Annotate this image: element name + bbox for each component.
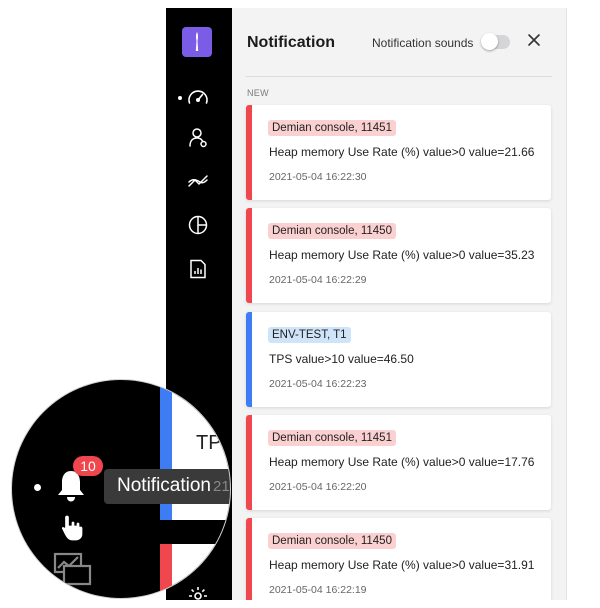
pie-chart-icon[interactable]	[186, 213, 210, 237]
notification-time: 2021-05-04 16:22:29	[269, 274, 367, 286]
notification-message: Heap memory Use Rate (%) value>0 value=1…	[269, 455, 535, 469]
report-icon[interactable]	[186, 257, 210, 281]
close-icon[interactable]	[526, 32, 542, 48]
severity-bar	[246, 518, 252, 600]
notification-card[interactable]: ENV-TEST, T1 TPS value>10 value=46.50 20…	[246, 312, 551, 407]
notification-card[interactable]: Demian console, 11451 Heap memory Use Ra…	[246, 415, 551, 510]
monitor-chart-icon	[52, 552, 92, 591]
app-logo-icon[interactable]	[182, 27, 212, 57]
notification-count-badge: 10	[73, 456, 103, 476]
users-icon[interactable]	[186, 125, 210, 149]
notification-message: Heap memory Use Rate (%) value>0 value=2…	[269, 145, 535, 159]
notification-sounds-label: Notification sounds	[372, 36, 474, 50]
section-label-new: NEW	[247, 88, 269, 98]
notification-panel: Notification Notification sounds NEW Dem…	[232, 8, 566, 600]
dashboard-gauge-icon[interactable]	[186, 86, 210, 110]
magnified-severity-bar	[160, 544, 172, 598]
notification-message: Heap memory Use Rate (%) value>0 value=3…	[269, 248, 535, 262]
notification-source-tag: Demian console, 11450	[268, 533, 396, 549]
panel-title: Notification	[247, 34, 335, 51]
panel-edge	[566, 8, 567, 600]
notification-time: 2021-05-04 16:22:20	[269, 481, 367, 493]
tooltip-overflow-text: 21	[213, 478, 230, 495]
magnified-card-text: TPS	[196, 432, 230, 454]
notification-source-tag: Demian console, 11451	[268, 430, 396, 446]
magnifier-callout: TPS 10 Notification 21	[12, 380, 230, 598]
notification-time: 2021-05-04 16:22:19	[269, 584, 367, 596]
header-divider	[246, 76, 552, 77]
toggle-knob	[481, 33, 498, 50]
active-indicator	[178, 96, 182, 100]
notification-sounds-toggle[interactable]	[481, 33, 510, 50]
notification-card[interactable]: Demian console, 11451 Heap memory Use Ra…	[246, 105, 551, 200]
severity-bar	[246, 105, 252, 200]
severity-bar	[246, 312, 252, 407]
notification-tooltip: Notification 21	[104, 469, 230, 504]
notification-time: 2021-05-04 16:22:30	[269, 171, 367, 183]
notification-message: TPS value>10 value=46.50	[269, 352, 414, 366]
notification-card[interactable]: Demian console, 11450 Heap memory Use Ra…	[246, 518, 551, 600]
active-indicator	[34, 484, 41, 491]
notification-time: 2021-05-04 16:22:23	[269, 378, 367, 390]
notification-message: Heap memory Use Rate (%) value>0 value=3…	[269, 558, 535, 572]
notification-card[interactable]: Demian console, 11450 Heap memory Use Ra…	[246, 208, 551, 303]
notification-source-tag: ENV-TEST, T1	[268, 327, 351, 343]
notification-source-tag: Demian console, 11450	[268, 223, 396, 239]
severity-bar	[246, 415, 252, 510]
severity-bar	[246, 208, 252, 303]
hand-cursor-icon	[59, 513, 85, 548]
notification-source-tag: Demian console, 11451	[268, 120, 396, 136]
tooltip-text: Notification	[117, 475, 211, 496]
trend-icon[interactable]	[186, 169, 210, 193]
